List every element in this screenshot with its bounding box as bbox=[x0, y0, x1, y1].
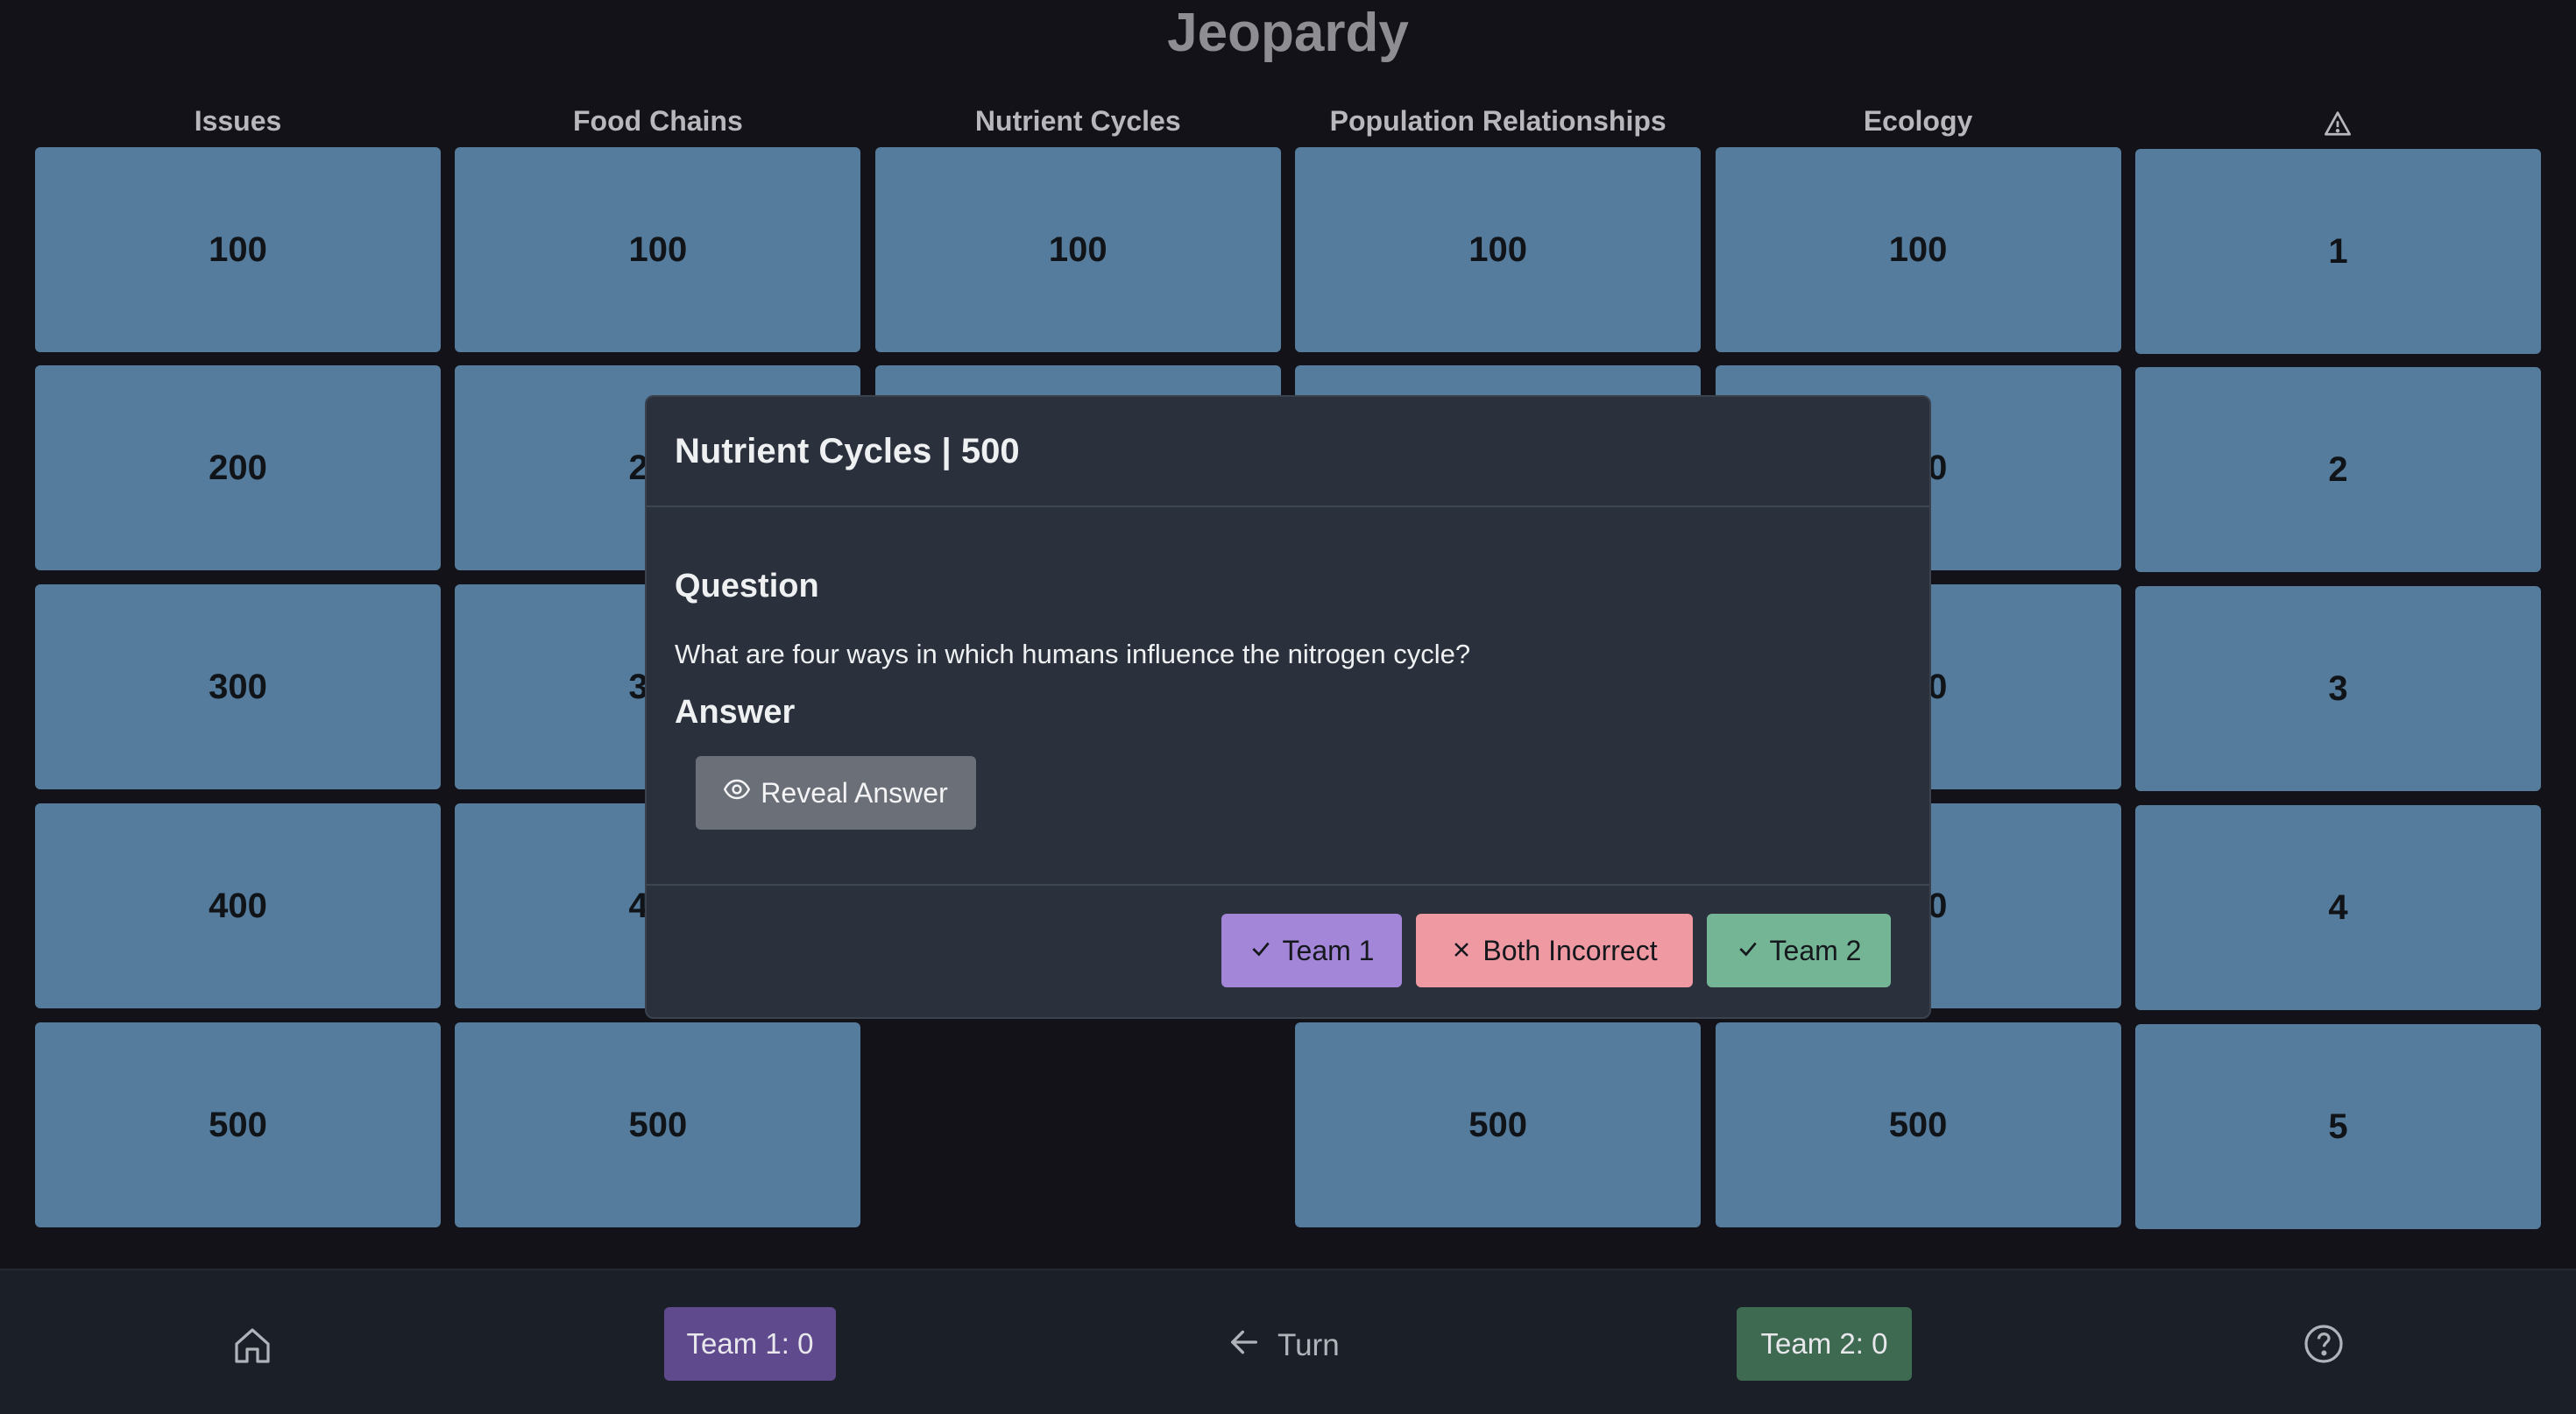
category-header: Issues bbox=[194, 105, 282, 137]
check-icon bbox=[1249, 935, 1272, 967]
question-tile[interactable]: 5 bbox=[2134, 1024, 2541, 1229]
category-header bbox=[2135, 95, 2541, 147]
check-icon bbox=[1737, 935, 1759, 967]
answer-heading: Answer bbox=[675, 694, 796, 731]
reveal-answer-button[interactable]: Reveal Answer bbox=[696, 756, 976, 830]
question-heading: Question bbox=[675, 568, 819, 604]
category-header: Food Chains bbox=[573, 105, 743, 137]
modal-footer: Team 1 Both Incorrect Team 2 bbox=[647, 884, 1929, 1017]
home-icon bbox=[231, 1325, 273, 1371]
question-tile[interactable]: 500 bbox=[455, 1022, 861, 1227]
answered-tile-slot bbox=[875, 1022, 1281, 1227]
question-tile[interactable]: 400 bbox=[35, 803, 441, 1008]
page-title: Jeopardy bbox=[1167, 3, 1409, 63]
team1-button-label: Team 1 bbox=[1282, 934, 1375, 966]
team2-score: Team 2: 0 bbox=[1737, 1307, 1912, 1381]
team1-correct-button[interactable]: Team 1 bbox=[1221, 914, 1402, 987]
question-tile[interactable]: 4 bbox=[2134, 805, 2541, 1010]
question-tile[interactable]: 3 bbox=[2134, 586, 2541, 791]
help-button[interactable] bbox=[2292, 1314, 2355, 1377]
bottom-bar: Team 1: 0 Turn Team 2: 0 bbox=[0, 1269, 2576, 1414]
question-tile[interactable]: 1 bbox=[2134, 149, 2541, 354]
question-tile[interactable]: 300 bbox=[35, 584, 441, 789]
category-header: Population Relationships bbox=[1329, 105, 1667, 137]
question-text: What are four ways in which humans influ… bbox=[675, 639, 1471, 669]
question-tile[interactable]: 500 bbox=[1295, 1022, 1702, 1227]
team2-button-label: Team 2 bbox=[1769, 934, 1862, 966]
question-tile[interactable]: 500 bbox=[35, 1022, 441, 1227]
question-tile[interactable]: 200 bbox=[35, 365, 441, 570]
category-header: Ecology bbox=[1863, 105, 1973, 137]
category-header: Nutrient Cycles bbox=[974, 105, 1181, 137]
arrow-left-icon bbox=[1227, 1325, 1262, 1368]
question-tile[interactable]: 100 bbox=[1715, 147, 2121, 352]
question-tile[interactable]: 100 bbox=[455, 147, 861, 352]
team1-score: Team 1: 0 bbox=[664, 1307, 836, 1381]
question-tile[interactable]: 100 bbox=[1295, 147, 1702, 352]
close-icon bbox=[1451, 935, 1472, 967]
board-column: 1 2 3 4 5 bbox=[2134, 95, 2541, 1234]
home-button[interactable] bbox=[221, 1316, 284, 1379]
team2-correct-button[interactable]: Team 2 bbox=[1707, 914, 1891, 987]
both-incorrect-button[interactable]: Both Incorrect bbox=[1416, 914, 1693, 987]
board-column: Issues 100 200 300 400 500 bbox=[35, 95, 441, 1234]
turn-indicator: Turn bbox=[1227, 1311, 1340, 1381]
question-tile[interactable]: 100 bbox=[35, 147, 441, 352]
question-tile[interactable]: 100 bbox=[874, 147, 1281, 352]
eye-icon bbox=[724, 776, 751, 810]
warning-icon bbox=[2323, 105, 2353, 137]
modal-body: Question What are four ways in which hum… bbox=[647, 507, 1929, 830]
turn-label: Turn bbox=[1277, 1328, 1340, 1362]
question-modal: Nutrient Cycles | 500 Question What are … bbox=[645, 395, 1931, 1019]
both-incorrect-label: Both Incorrect bbox=[1483, 934, 1658, 966]
modal-title: Nutrient Cycles | 500 bbox=[647, 397, 1929, 507]
app: Jeopardy Issues 100 200 300 400 500 Food… bbox=[0, 0, 2576, 1414]
help-icon bbox=[2303, 1323, 2345, 1369]
question-tile[interactable]: 2 bbox=[2134, 367, 2541, 572]
question-tile[interactable]: 500 bbox=[1715, 1022, 2121, 1227]
reveal-answer-label: Reveal Answer bbox=[761, 776, 948, 809]
